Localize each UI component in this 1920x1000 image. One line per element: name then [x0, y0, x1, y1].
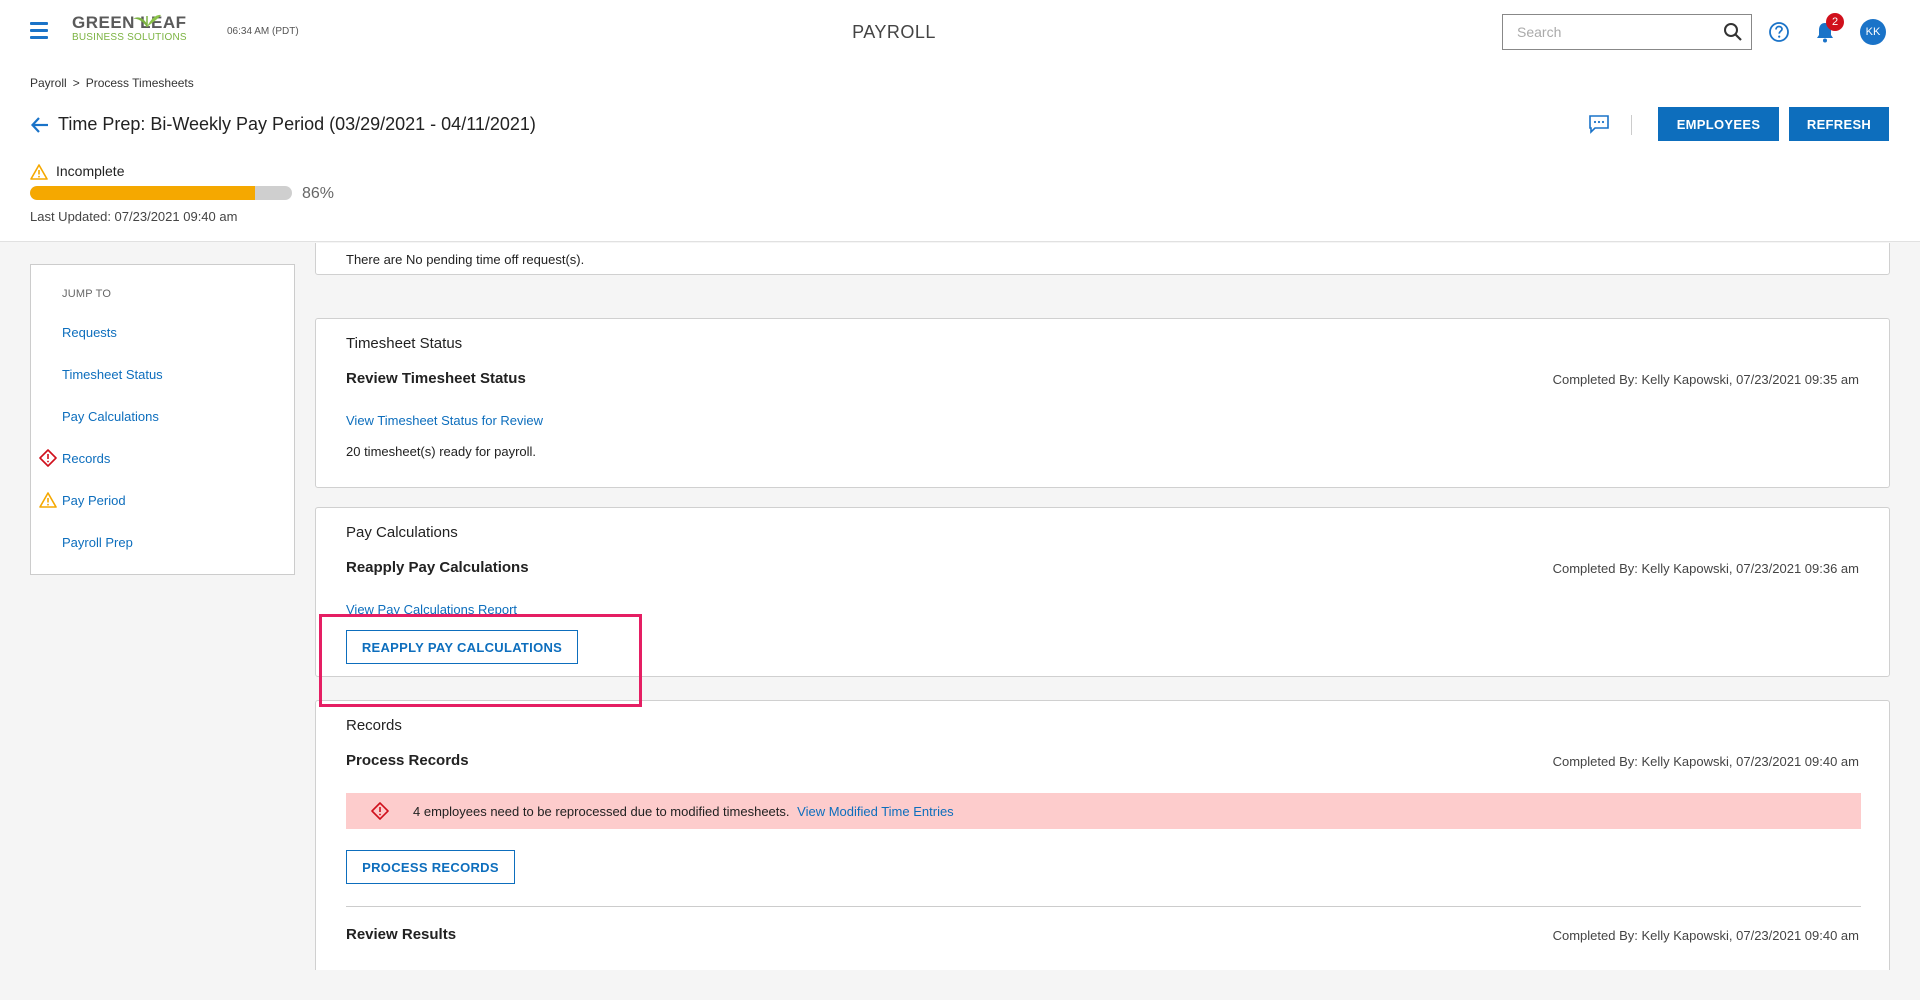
jump-to-pay-calculations[interactable]: Pay Calculations [62, 409, 159, 424]
error-diamond-icon [371, 802, 389, 820]
help-circle-icon[interactable] [1768, 21, 1790, 43]
jump-to-timesheet-status[interactable]: Timesheet Status [62, 367, 163, 382]
review-results-subtitle: Review Results [346, 926, 457, 943]
progress-percent: 86% [302, 185, 335, 202]
view-timesheet-status-link[interactable]: View Timesheet Status for Review [346, 413, 543, 428]
review-results-completed-by: Completed By: Kelly Kapowski, 07/23/2021… [1552, 928, 1859, 943]
progress-bar [30, 186, 292, 200]
requests-card: There are No pending time off request(s)… [315, 243, 1890, 275]
requests-text: There are No pending time off request(s)… [346, 252, 585, 267]
employees-button[interactable]: EMPLOYEES [1658, 107, 1779, 141]
notification-count-badge: 2 [1826, 13, 1844, 31]
warning-triangle-icon [30, 164, 48, 180]
pay-calc-completed-by: Completed By: Kelly Kapowski, 07/23/2021… [1552, 561, 1859, 576]
page-header: Payroll > Process Timesheets Time Prep: Bi… [0, 64, 1920, 242]
records-card-subtitle: Process Records [346, 752, 469, 769]
search-input[interactable] [1503, 15, 1703, 49]
records-card: Records Process Records Completed By: Ke… [315, 700, 1890, 970]
search-icon[interactable] [1723, 22, 1743, 42]
warning-triangle-icon [39, 492, 57, 508]
jump-to-requests[interactable]: Requests [62, 325, 117, 340]
page-title: Time Prep: Bi-Weekly Pay Period (03/29/2… [58, 114, 536, 134]
timesheet-completed-by: Completed By: Kelly Kapowski, 07/23/2021… [1552, 372, 1859, 387]
timesheet-card-title: Timesheet Status [346, 335, 463, 352]
last-updated-text: Last Updated: 07/23/2021 09:40 am [30, 209, 238, 224]
breadcrumb-current: Process Timesheets [85, 76, 194, 90]
pay-calc-card-title: Pay Calculations [346, 524, 458, 541]
jump-to-payroll-prep[interactable]: Payroll Prep [62, 535, 133, 550]
timesheet-status-card: Timesheet Status Review Timesheet Status… [315, 318, 1890, 488]
view-modified-time-entries-link[interactable]: View Modified Time Entries [797, 804, 954, 819]
pay-calc-card-subtitle: Reapply Pay Calculations [346, 559, 529, 576]
refresh-button[interactable]: REFRESH [1789, 107, 1889, 141]
records-completed-by: Completed By: Kelly Kapowski, 07/23/2021… [1552, 754, 1859, 769]
process-records-button[interactable]: PROCESS RECORDS [346, 850, 515, 884]
jump-to-pay-period[interactable]: Pay Period [62, 493, 126, 508]
reprocess-alert: 4 employees need to be reprocessed due t… [346, 793, 1861, 829]
chat-bubble-icon[interactable] [1588, 114, 1610, 134]
alert-message: 4 employees need to be reprocessed due t… [413, 804, 954, 819]
status-label: Incomplete [56, 163, 125, 179]
arrow-left-icon[interactable] [30, 115, 50, 135]
user-avatar[interactable]: KK [1860, 19, 1886, 45]
jump-to-panel: JUMP TO Requests Timesheet Status Pay Ca… [30, 264, 295, 575]
reapply-pay-calculations-button[interactable]: REAPPLY PAY CALCULATIONS [346, 630, 578, 664]
pay-calculations-card: Pay Calculations Reapply Pay Calculation… [315, 507, 1890, 677]
breadcrumb-separator: > [72, 76, 80, 90]
search-box [1502, 14, 1752, 50]
error-diamond-icon [39, 449, 57, 467]
breadcrumb-payroll-link[interactable]: Payroll [30, 76, 67, 90]
top-bar: GREEN LEAF BUSINESS SOLUTIONS 06:34 AM (… [0, 0, 1920, 64]
jump-to-title: JUMP TO [62, 288, 112, 300]
timesheet-ready-text: 20 timesheet(s) ready for payroll. [346, 444, 537, 459]
view-pay-calculations-report-link[interactable]: View Pay Calculations Report [346, 602, 517, 617]
records-divider [346, 906, 1861, 907]
progress-bar-fill [30, 186, 256, 200]
timesheet-card-subtitle: Review Timesheet Status [346, 370, 526, 387]
alert-text: 4 employees need to be reprocessed due t… [413, 804, 790, 819]
main-content: There are No pending time off request(s)… [315, 243, 1890, 970]
header-divider [1631, 115, 1632, 135]
jump-to-records[interactable]: Records [62, 451, 110, 466]
records-card-title: Records [346, 717, 402, 734]
breadcrumb: Payroll > Process Timesheets [30, 76, 194, 90]
